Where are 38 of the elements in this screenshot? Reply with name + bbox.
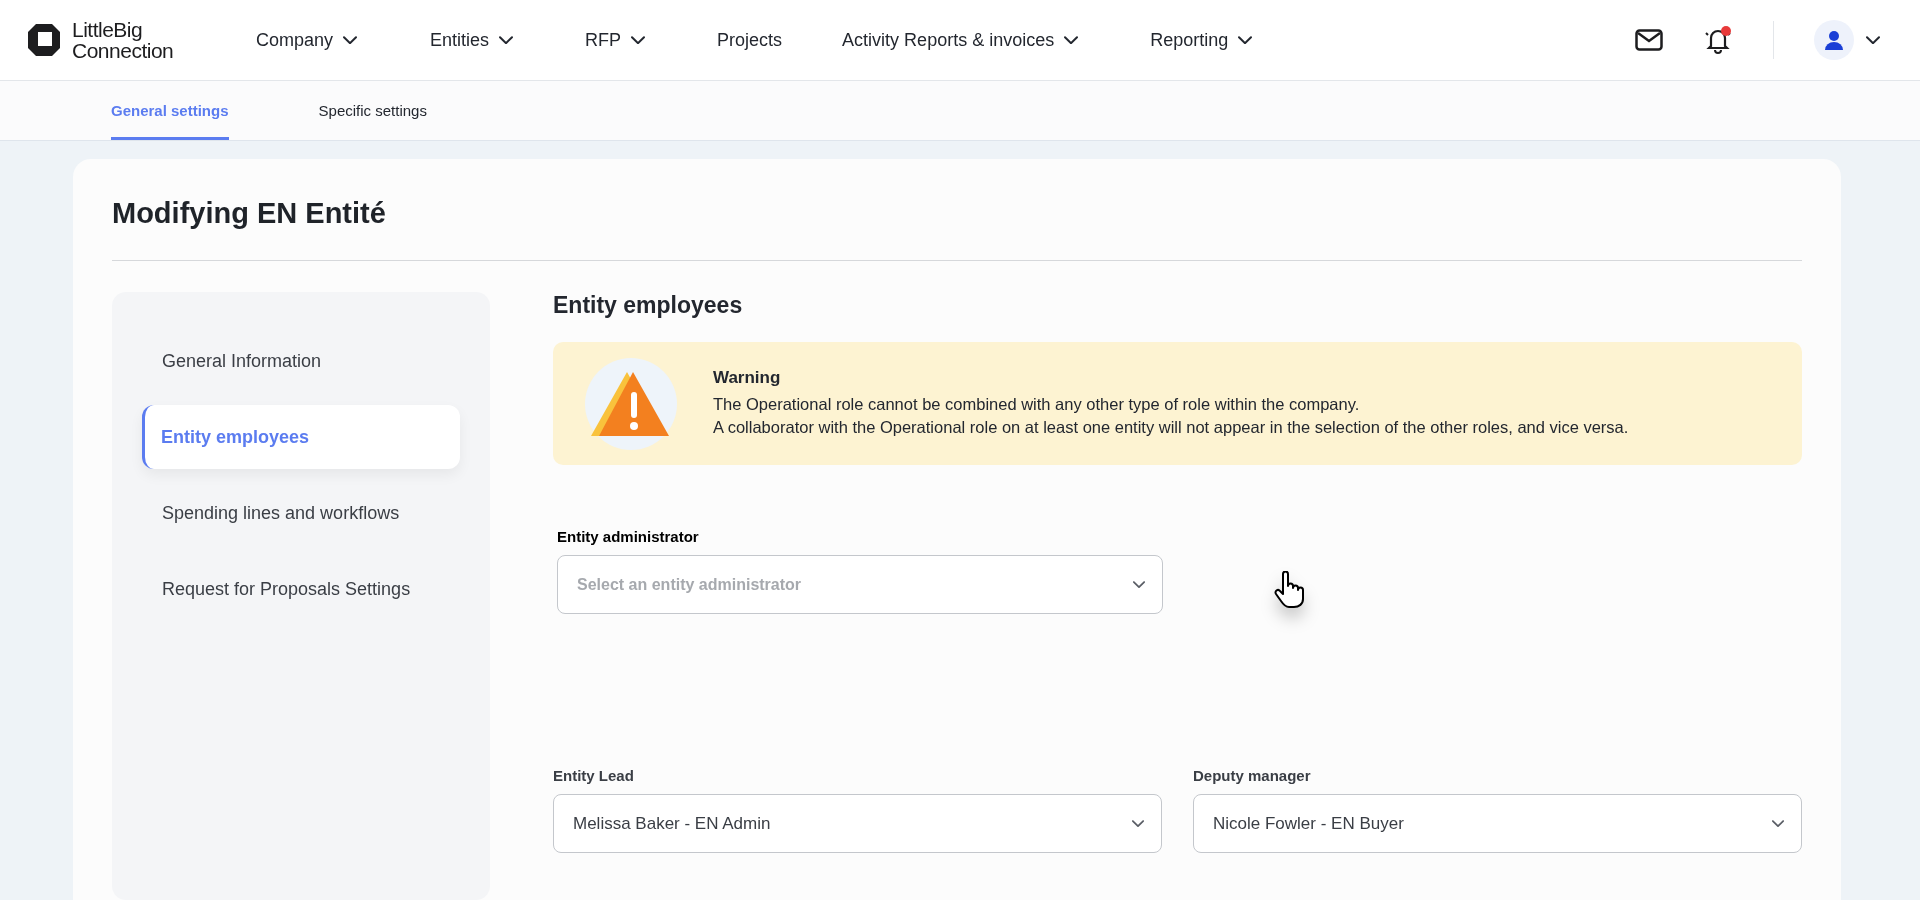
field-label: Deputy manager <box>1193 767 1312 784</box>
warning-text: A collaborator with the Operational role on at least one entity will not appear in the selection of the other roles, and vice versa. <box>713 417 1629 438</box>
chevron-down-icon <box>1133 580 1145 589</box>
field-label: Entity Lead <box>553 767 635 784</box>
sidebar-item[interactable]: Request for Proposals Settings <box>142 557 460 621</box>
sidebar-item[interactable]: General Information <box>142 329 460 393</box>
nav-link[interactable]: Projects <box>717 29 783 51</box>
chevron-down-icon <box>1132 819 1144 828</box>
nav-link[interactable]: RFP <box>585 29 646 51</box>
nav-link[interactable]: Activity Reports & invoices <box>842 29 1079 51</box>
chevron-down-icon <box>1238 35 1253 45</box>
sidebar-item[interactable]: Spending lines and workflows <box>142 481 460 545</box>
section-title: Entity employees <box>553 292 744 319</box>
nav-link[interactable]: Company <box>256 29 358 51</box>
chevron-down-icon <box>1064 35 1079 45</box>
field-label: Entity administrator <box>557 528 700 545</box>
hand-cursor-icon <box>1274 571 1304 609</box>
settings-tab[interactable]: Specific settings <box>318 84 427 140</box>
nav-link[interactable]: Reporting <box>1150 29 1253 51</box>
sidebar-item[interactable]: Entity employees <box>142 405 460 469</box>
avatar-button[interactable] <box>1814 20 1854 60</box>
warning-text: The Operational role cannot be combined with any other type of role within the company. <box>713 394 1361 415</box>
logo-icon <box>26 22 62 58</box>
select-field[interactable]: Melissa Baker - EN Admin <box>553 794 1162 853</box>
page-title: Modifying EN Entité <box>112 197 1802 261</box>
settings-tab[interactable]: General settings <box>111 84 229 140</box>
nav-link[interactable]: Entities <box>430 29 514 51</box>
logo-text: LittleBig Connection <box>72 19 174 61</box>
chevron-down-icon <box>1866 35 1880 45</box>
mail-icon[interactable] <box>1635 29 1663 51</box>
select-field[interactable]: Nicole Fowler - EN Buyer <box>1193 794 1802 853</box>
chevron-down-icon <box>631 35 646 45</box>
chevron-down-icon <box>499 35 514 45</box>
user-icon <box>1824 30 1844 50</box>
chevron-down-icon <box>1772 819 1784 828</box>
chevron-down-icon <box>343 35 358 45</box>
bell-icon[interactable] <box>1703 25 1733 55</box>
warning-title: Warning <box>713 368 782 388</box>
